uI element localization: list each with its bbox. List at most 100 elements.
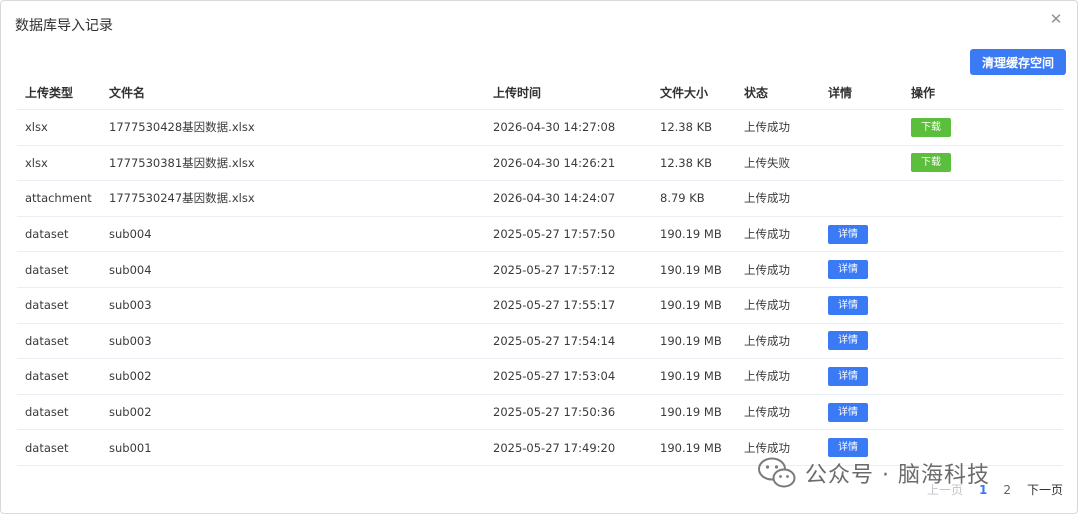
cell-size: 190.19 MB	[652, 251, 736, 288]
cell-detail	[820, 145, 903, 182]
header-status: 状态	[736, 75, 820, 110]
cell-type: dataset	[17, 287, 101, 324]
detail-button[interactable]: 详情	[828, 295, 868, 315]
table-row: dataset sub003 2025-05-27 17:55:17 190.19 M…	[17, 287, 1063, 324]
cell-size: 190.19 MB	[652, 394, 736, 431]
cell-detail: 详情	[820, 323, 903, 360]
wechat-icon	[758, 457, 796, 488]
cell-time: 2026-04-30 14:27:08	[485, 109, 652, 146]
table-row: dataset sub002 2025-05-27 17:50:36 190.19 M…	[17, 394, 1063, 431]
header-time: 上传时间	[485, 75, 652, 110]
cell-detail	[820, 109, 903, 146]
dialog-title: 数据库导入记录	[15, 18, 113, 34]
cell-filename: sub002	[101, 394, 485, 431]
cell-time: 2025-05-27 17:57:50	[485, 216, 652, 253]
cell-filename: 1777530381基因数据.xlsx	[101, 145, 485, 182]
cell-action	[903, 394, 1063, 431]
close-icon[interactable]: ✕	[1047, 10, 1065, 28]
cell-filename: sub003	[101, 323, 485, 360]
table-row: attachment 1777530247基因数据.xlsx 2026-04-30 …	[17, 180, 1063, 217]
cell-status: 上传成功	[736, 109, 820, 146]
cell-type: attachment	[17, 180, 101, 217]
table-row: dataset sub003 2025-05-27 17:54:14 190.19 M…	[17, 323, 1063, 360]
cell-status: 上传成功	[736, 287, 820, 324]
next-page-button[interactable]: 下一页	[1027, 481, 1063, 498]
cell-status: 上传成功	[736, 323, 820, 360]
detail-button[interactable]: 详情	[828, 366, 868, 386]
cell-size: 12.38 KB	[652, 145, 736, 182]
header-filename: 文件名	[101, 75, 485, 110]
pagination: 上一页 1 2 下一页	[927, 481, 1063, 498]
cell-type: dataset	[17, 323, 101, 360]
cell-filename: sub004	[101, 251, 485, 288]
cell-type: xlsx	[17, 109, 101, 146]
cell-size: 190.19 MB	[652, 323, 736, 360]
detail-button[interactable]: 详情	[828, 224, 868, 244]
cell-time: 2025-05-27 17:55:17	[485, 287, 652, 324]
cell-type: xlsx	[17, 145, 101, 182]
table-body: xlsx 1777530428基因数据.xlsx 2026-04-30 14:27:…	[17, 109, 1063, 466]
detail-button[interactable]: 详情	[828, 438, 868, 458]
cell-status: 上传失败	[736, 145, 820, 182]
cell-time: 2025-05-27 17:50:36	[485, 394, 652, 431]
cell-size: 190.19 MB	[652, 216, 736, 253]
table-row: dataset sub002 2025-05-27 17:53:04 190.19 M…	[17, 358, 1063, 395]
cell-filename: sub004	[101, 216, 485, 253]
cell-detail: 详情	[820, 287, 903, 324]
cell-detail: 详情	[820, 394, 903, 431]
table-row: dataset sub004 2025-05-27 17:57:50 190.19 M…	[17, 216, 1063, 253]
cell-status: 上传成功	[736, 180, 820, 217]
cell-detail: 详情	[820, 358, 903, 395]
cell-status: 上传成功	[736, 394, 820, 431]
cell-detail	[820, 180, 903, 217]
cell-time: 2025-05-27 17:49:20	[485, 429, 652, 466]
cell-type: dataset	[17, 251, 101, 288]
page-button-2[interactable]: 2	[1003, 483, 1011, 497]
cell-time: 2025-05-27 17:57:12	[485, 251, 652, 288]
cell-time: 2026-04-30 14:24:07	[485, 180, 652, 217]
table-row: dataset sub004 2025-05-27 17:57:12 190.19 M…	[17, 251, 1063, 288]
cell-filename: 1777530428基因数据.xlsx	[101, 109, 485, 146]
cell-action	[903, 180, 1063, 217]
cell-detail: 详情	[820, 251, 903, 288]
cell-size: 190.19 MB	[652, 358, 736, 395]
download-button[interactable]: 下载	[911, 117, 951, 137]
prev-page-button[interactable]: 上一页	[927, 481, 963, 498]
table-header-row: 上传类型 文件名 上传时间 文件大小 状态 详情 操作	[17, 75, 1063, 110]
header-action: 操作	[903, 75, 1063, 110]
header-type: 上传类型	[17, 75, 101, 110]
page-button-1[interactable]: 1	[979, 483, 987, 497]
cell-action	[903, 287, 1063, 324]
cell-size: 12.38 KB	[652, 109, 736, 146]
table-row: xlsx 1777530428基因数据.xlsx 2026-04-30 14:27:…	[17, 109, 1063, 146]
header-size: 文件大小	[652, 75, 736, 110]
download-button[interactable]: 下载	[911, 153, 951, 173]
cell-action: 下载	[903, 145, 1063, 182]
cell-type: dataset	[17, 429, 101, 466]
cell-status: 上传成功	[736, 358, 820, 395]
cell-detail: 详情	[820, 216, 903, 253]
cell-size: 8.79 KB	[652, 180, 736, 217]
clear-cache-button[interactable]: 清理缓存空间	[970, 49, 1066, 75]
cell-size: 190.19 MB	[652, 429, 736, 466]
cell-time: 2025-05-27 17:54:14	[485, 323, 652, 360]
cell-type: dataset	[17, 358, 101, 395]
cell-filename: sub001	[101, 429, 485, 466]
cell-filename: sub002	[101, 358, 485, 395]
cell-action	[903, 358, 1063, 395]
cell-status: 上传成功	[736, 251, 820, 288]
cell-action	[903, 216, 1063, 253]
detail-button[interactable]: 详情	[828, 331, 868, 351]
cell-filename: sub003	[101, 287, 485, 324]
cell-status: 上传成功	[736, 216, 820, 253]
import-records-dialog: 数据库导入记录 ✕ 清理缓存空间 上传类型 文件名 上传时间 文件大小 状态 详…	[0, 0, 1078, 514]
cell-size: 190.19 MB	[652, 287, 736, 324]
detail-button[interactable]: 详情	[828, 260, 868, 280]
detail-button[interactable]: 详情	[828, 402, 868, 422]
cell-action	[903, 323, 1063, 360]
table-row: xlsx 1777530381基因数据.xlsx 2026-04-30 14:26:…	[17, 145, 1063, 182]
records-table: 上传类型 文件名 上传时间 文件大小 状态 详情 操作 xlsx 17775304…	[17, 75, 1063, 466]
header-detail: 详情	[820, 75, 903, 110]
cell-type: dataset	[17, 394, 101, 431]
cell-time: 2026-04-30 14:26:21	[485, 145, 652, 182]
